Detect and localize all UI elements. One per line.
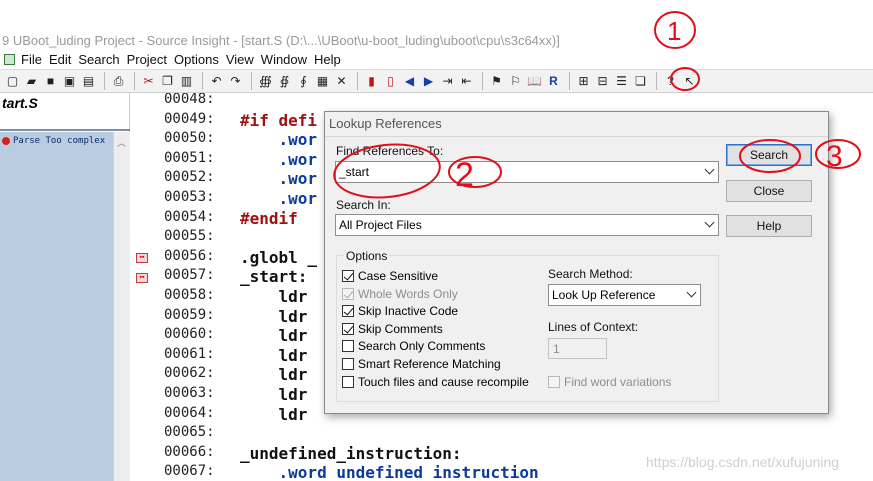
annotation-circle-search <box>739 139 801 173</box>
annotation-circle-r-icon <box>670 67 700 91</box>
annotation-circle-input <box>333 143 441 199</box>
annotation-overlay: 1 2 3 <box>333 11 861 199</box>
annotation-number-1: 1 <box>667 16 681 46</box>
